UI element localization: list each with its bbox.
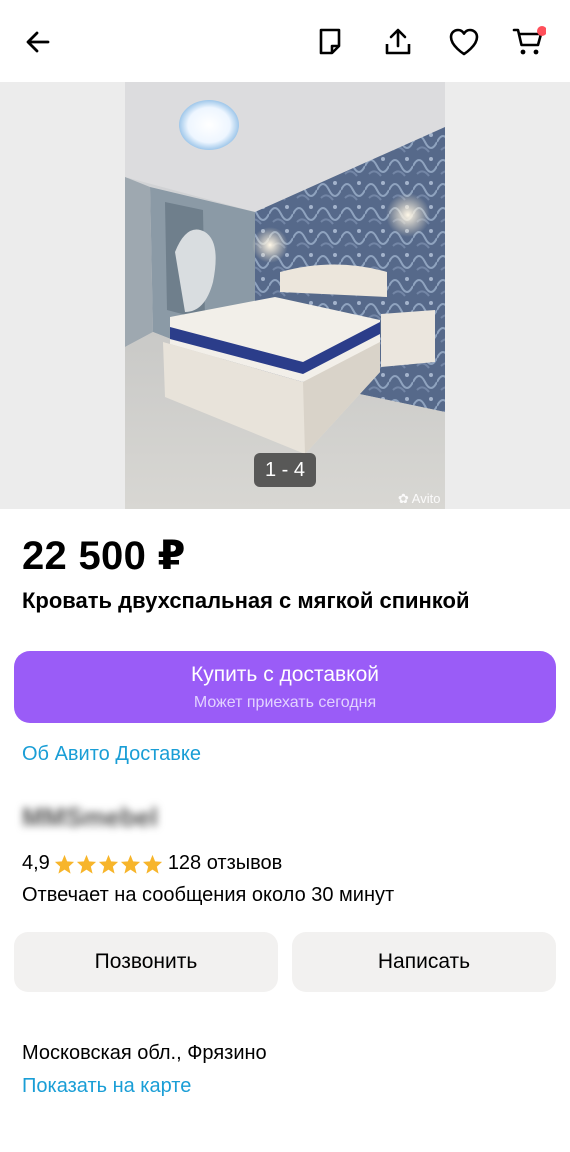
call-button[interactable]: Позвонить xyxy=(14,932,278,992)
cart-icon[interactable] xyxy=(509,22,549,62)
top-bar xyxy=(0,0,570,82)
note-icon[interactable] xyxy=(311,22,351,62)
star-icon xyxy=(54,854,74,874)
rating-value: 4,9 xyxy=(22,852,50,874)
back-arrow-icon[interactable] xyxy=(18,22,58,62)
about-delivery-link[interactable]: Об Авито Доставке xyxy=(22,743,201,766)
share-icon[interactable] xyxy=(378,22,418,62)
listing-title: Кровать двухспальная с мягкой спинкой xyxy=(22,588,470,613)
buy-button-sublabel: Может приехать сегодня xyxy=(193,694,377,711)
reply-time: Отвечает на сообщения около 30 минут xyxy=(22,884,395,906)
star-icon xyxy=(98,854,118,874)
seller-name[interactable]: MMSmebel xyxy=(22,802,212,836)
star-icon xyxy=(76,854,96,874)
seller-rating[interactable]: 4,9 128 отзывов xyxy=(22,852,282,875)
star-icon xyxy=(120,854,140,874)
listing-photo[interactable] xyxy=(125,82,445,509)
star-icon xyxy=(142,854,162,874)
photo-counter: 1 - 4 xyxy=(254,453,316,487)
photo-gallery[interactable]: 1 - 4 ✿ Avito xyxy=(0,82,570,509)
address: Московская обл., Фрязино xyxy=(22,1042,267,1064)
reviews-count: 128 отзывов xyxy=(167,852,283,874)
show-on-map-link[interactable]: Показать на карте xyxy=(22,1075,191,1098)
heart-icon[interactable] xyxy=(444,22,484,62)
write-button[interactable]: Написать xyxy=(292,932,556,992)
buy-button-label: Купить с доставкой xyxy=(190,663,380,686)
avito-watermark: ✿ Avito xyxy=(398,491,441,506)
price: 22 500 ₽ xyxy=(22,534,186,578)
rating-stars xyxy=(54,854,164,874)
buy-with-delivery-button[interactable]: Купить с доставкой Может приехать сегодн… xyxy=(14,651,556,723)
